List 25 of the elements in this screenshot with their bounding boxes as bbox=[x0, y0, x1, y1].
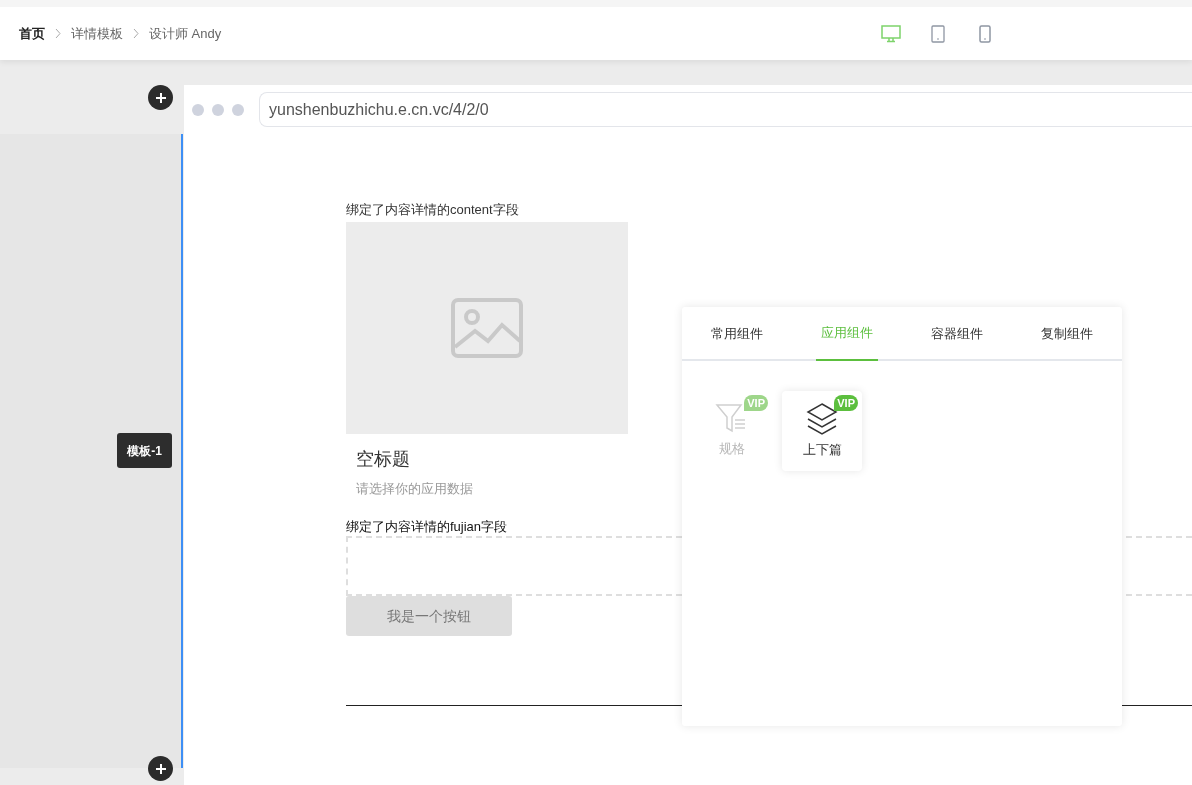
vip-badge: VIP bbox=[834, 395, 858, 411]
panel-tab[interactable]: 复制组件 bbox=[1036, 307, 1098, 361]
add-section-button[interactable] bbox=[148, 85, 173, 110]
chevron-icon bbox=[133, 28, 139, 39]
field-caption: 绑定了内容详情的fujian字段 bbox=[346, 517, 509, 536]
breadcrumb-link[interactable]: 详情模板 bbox=[71, 23, 123, 44]
desktop-icon[interactable] bbox=[880, 24, 901, 43]
component-label: 上下篇 bbox=[802, 441, 842, 460]
layers-icon bbox=[805, 402, 839, 437]
panel-tab[interactable]: 常用组件 bbox=[706, 307, 768, 361]
breadcrumb-link[interactable]: 首页 bbox=[19, 23, 45, 44]
component-tile[interactable]: VIP 上下篇 bbox=[782, 391, 862, 471]
url-field[interactable]: yunshenbuzhichu.e.cn.vc/4/2/0 bbox=[259, 92, 1192, 127]
component-label: 规格 bbox=[719, 440, 745, 459]
breadcrumb-link[interactable]: 设计师 Andy bbox=[149, 23, 222, 44]
add-section-button[interactable] bbox=[148, 756, 173, 781]
item-subtitle: 请选择你的应用数据 bbox=[355, 480, 474, 498]
plus-icon bbox=[154, 91, 167, 104]
chevron-icon bbox=[55, 28, 61, 39]
panel-tab[interactable]: 容器组件 bbox=[926, 307, 988, 361]
field-caption: 绑定了内容详情的content字段 bbox=[346, 201, 520, 219]
item-title: 空标题 bbox=[355, 448, 410, 471]
vip-badge: VIP bbox=[744, 395, 768, 411]
template-tag: 模板-1 bbox=[117, 433, 172, 468]
plus-icon bbox=[154, 762, 167, 775]
